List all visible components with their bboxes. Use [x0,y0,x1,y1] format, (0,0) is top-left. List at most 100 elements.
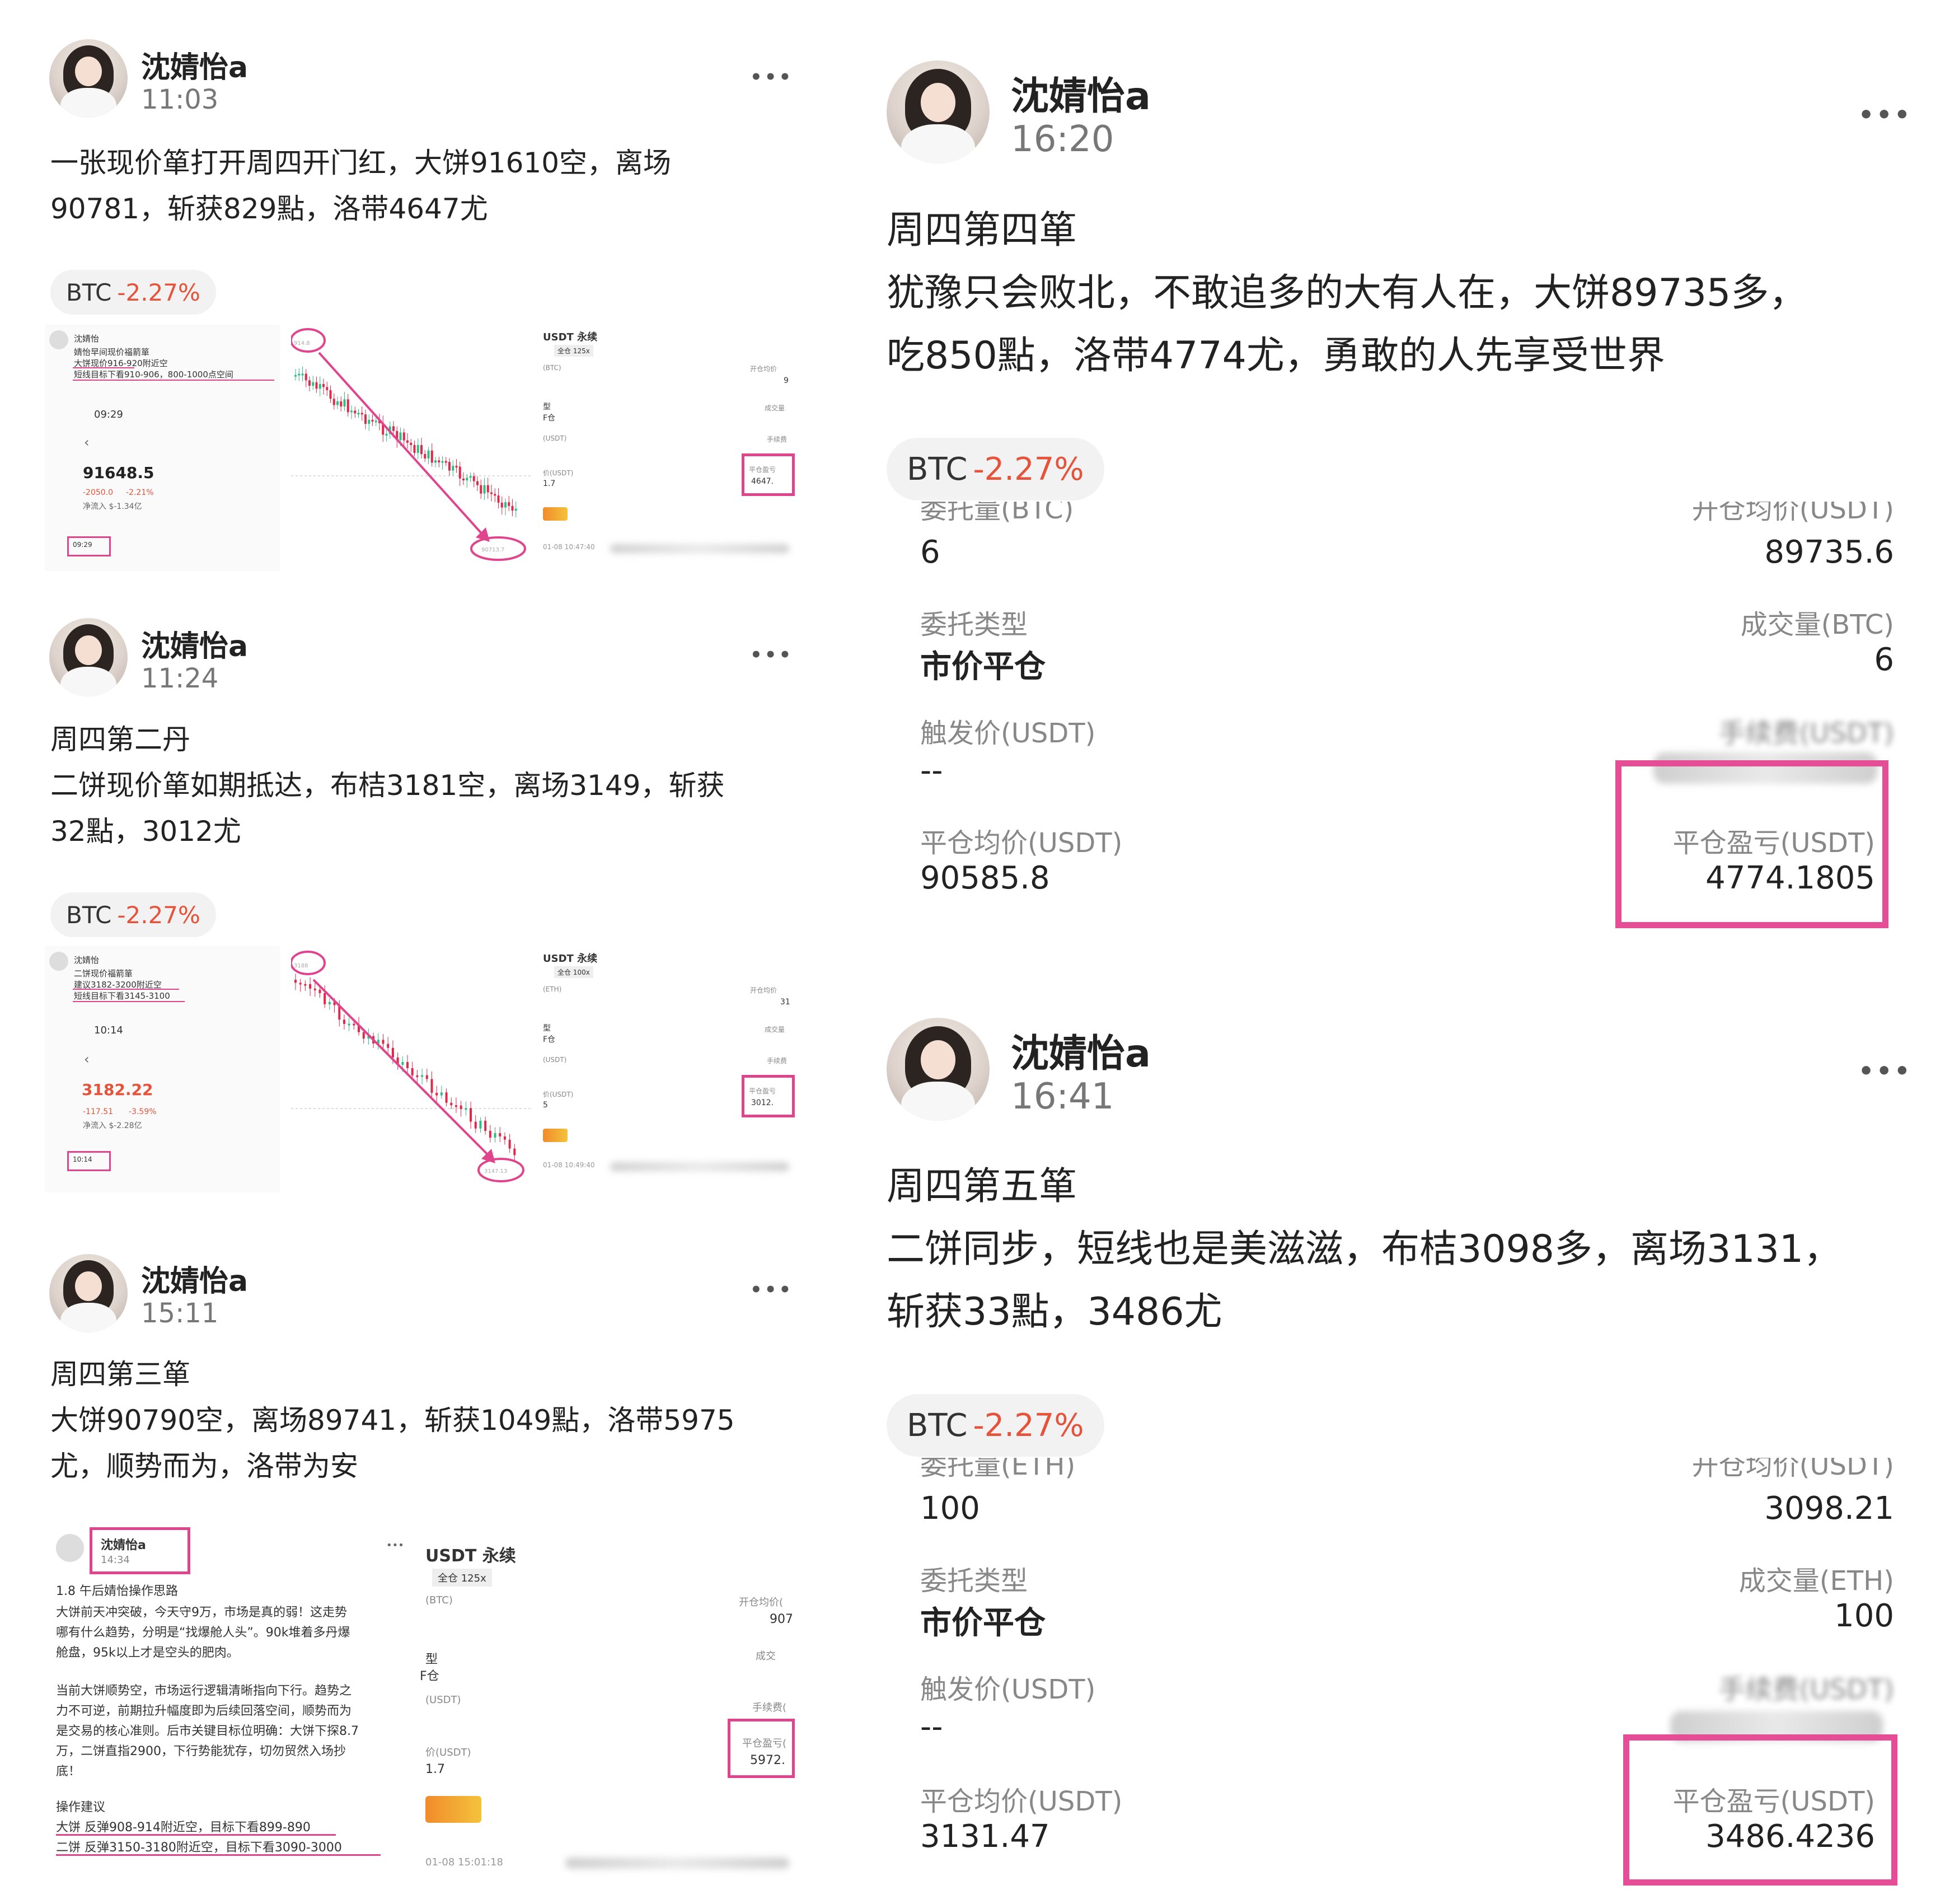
candle [332,399,335,405]
post-time: 11:24 [141,663,219,694]
candle [360,413,363,415]
avatar[interactable] [49,1254,128,1332]
back-arrow: ‹ [84,1051,90,1067]
candle [440,1092,443,1096]
candle [318,383,321,389]
candle [470,1108,472,1122]
candle [313,988,316,990]
candle [424,453,427,459]
candle [368,419,371,424]
candle [318,989,321,993]
candle [490,492,493,494]
avatar[interactable] [49,618,128,696]
post-text: 周四第二丹 二饼现价箪如期抵达，布桔3181空，离场3149，斩获 32點，30… [50,723,725,848]
candle [304,984,307,986]
candle [324,993,326,1004]
candle-chart: 3188 3147.13 [291,951,532,1182]
candle [430,450,433,463]
candles [294,366,517,517]
order-panel: USDT 永续 全仓 100x (ETH) 开仓均价 31 型 F仓 成交量 (… [543,946,795,1192]
high-tag: 914.8 [294,340,310,347]
candle [474,1121,477,1129]
author-name[interactable]: 沈婧怡a [141,1257,248,1299]
coin-badge[interactable]: BTC -2.27% [887,1394,1104,1457]
candle [399,432,402,441]
low-tag: 3147.13 [484,1168,507,1175]
candle [480,485,482,494]
candle [454,1105,457,1107]
avatar-mini [49,952,68,971]
candle [374,420,377,423]
trade-screenshot-3[interactable]: 沈婧怡a 14:34 ••• 1.8 午后婧怡操作思路 大饼前天冲突破，今天守9… [45,1523,795,1881]
candle [445,1092,448,1103]
candle [499,1133,502,1136]
candle [354,410,357,414]
candle [322,383,325,387]
candle [462,478,465,481]
candle [427,450,430,459]
coin-badge[interactable]: BTC -2.27% [50,892,216,937]
more-icon[interactable]: ••• [750,66,793,88]
avatar[interactable] [887,60,990,163]
author-name[interactable]: 沈婧怡a [141,623,248,665]
author-name[interactable]: 沈婧怡a [1011,65,1151,120]
candle [494,494,496,496]
candle [420,445,423,454]
trade-screenshot-1[interactable]: 沈婧怡 婧怡早间现价福箭箪 大饼现价916-920附近空 短线目标下看910-9… [45,325,795,571]
blurred-id [610,1162,789,1171]
candle [391,1047,394,1058]
candle [508,502,510,506]
post-time: 16:20 [1011,119,1114,160]
avatar[interactable] [887,1018,990,1121]
underline [56,1854,381,1856]
post-time: 11:03 [141,84,219,115]
more-icon[interactable]: ••• [750,644,793,666]
blurred-id [610,544,789,553]
post-time: 15:11 [141,1298,219,1329]
avatar-mini [56,1534,84,1562]
trade-screenshot-2[interactable]: 沈婧怡 二饼现价福箭箪 建议3182-3200附近空 短线目标下看3145-31… [45,946,795,1192]
candle [343,1019,345,1024]
candle [348,1023,350,1026]
candle [343,399,346,407]
candle [455,466,458,468]
candle [508,1139,511,1149]
candle [466,478,468,481]
candle [425,1075,428,1079]
candle [329,390,332,399]
candle [357,413,360,415]
post-text: 一张现价箪打开周四开门红，大饼91610空，离场 90781，斩获829點，洛带… [50,147,672,225]
more-icon[interactable]: ••• [1858,101,1912,129]
candle [304,373,307,381]
candle [410,442,413,445]
share-icon [543,507,568,521]
candle [421,1075,424,1077]
high-tag: 3188 [294,963,308,969]
author-name[interactable]: 沈婧怡a [141,44,248,86]
coin-badge[interactable]: BTC -2.27% [50,270,216,315]
candle [444,461,447,463]
candle [484,1120,487,1131]
coin-badge[interactable]: BTC -2.27% [887,438,1104,500]
candle [503,1136,506,1140]
order-detail-1[interactable]: 委托量(BTC) 开仓均价(USDT) 6 89735.6 委托类型 成交量(B… [887,502,1950,938]
candle [472,476,475,481]
candle [483,485,486,494]
candle [494,1133,496,1138]
candle [489,1131,491,1138]
author-name[interactable]: 沈婧怡a [1011,1022,1151,1078]
order-detail-2[interactable]: 委托量(ETH) 开仓均价(USDT) 100 3098.21 委托类型 成交量… [887,1458,1950,1894]
avatar[interactable] [49,39,128,118]
more-icon[interactable]: ••• [750,1279,793,1301]
candle [450,1102,453,1106]
candle [434,460,437,463]
candle [406,1062,409,1068]
candle [513,1148,516,1156]
candle [364,414,367,424]
candle [497,495,500,503]
candle [514,508,517,511]
candle [299,983,302,985]
candle [309,984,312,989]
more-icon[interactable]: ••• [1858,1057,1912,1086]
underline [56,1834,336,1836]
